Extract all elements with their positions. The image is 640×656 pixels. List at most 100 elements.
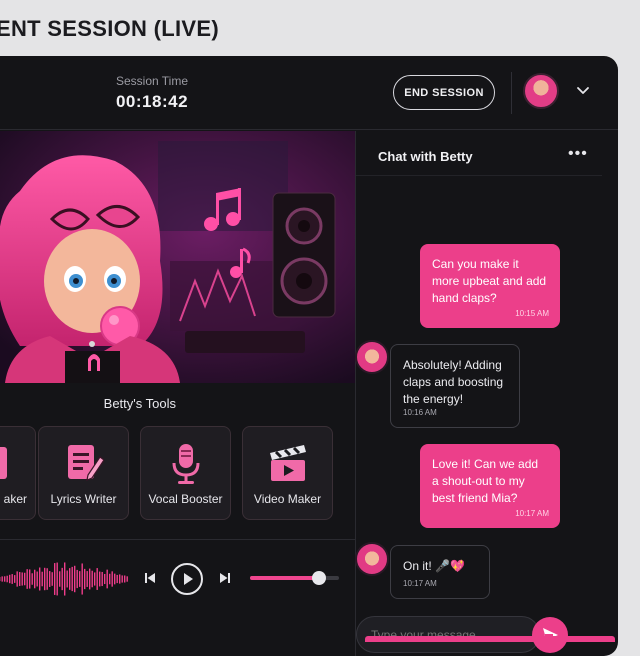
waveform-bar [54, 563, 55, 595]
tool-card-lyrics-writer[interactable]: Lyrics Writer [38, 426, 129, 520]
page-title: ENT SESSION (LIVE) [0, 16, 219, 42]
play-icon [173, 565, 201, 593]
beat-maker-icon [0, 441, 11, 485]
chevron-down-icon[interactable] [576, 84, 590, 98]
chat-panel: Chat with Betty ••• Can you make it more… [356, 131, 602, 621]
tool-label: Video Maker [243, 492, 332, 506]
waveform-bar [12, 574, 13, 584]
waveform-bar [124, 575, 125, 582]
betty-studio-image [0, 131, 355, 383]
waveform-bar [44, 568, 45, 590]
waveform-bar [2, 576, 3, 581]
waveform-bar [114, 574, 115, 585]
waveform-bar [39, 567, 40, 590]
waveform-bar [77, 570, 78, 588]
waveform-bar [47, 568, 48, 590]
end-session-button[interactable]: END SESSION [393, 75, 495, 110]
waveform-bar [17, 571, 18, 586]
divider [356, 175, 602, 176]
hero-illustration [0, 131, 355, 383]
message-bubble-user: Love it! Can we add a shout-out to my be… [420, 444, 560, 528]
message-time: 10:17 AM [403, 575, 437, 592]
message-time: 10:17 AM [515, 505, 549, 522]
message-time: 10:16 AM [403, 404, 437, 421]
waveform-bar [82, 563, 83, 594]
waveform-bar [14, 575, 15, 583]
waveform-bar [67, 571, 68, 588]
waveform-bar [4, 576, 5, 581]
waveform-bar [104, 574, 105, 584]
session-time-value: 00:18:42 [112, 92, 192, 112]
message-text: On it! 🎤💖 [403, 559, 465, 573]
volume-knob[interactable] [312, 571, 326, 585]
waveform-bar [117, 575, 118, 583]
volume-slider[interactable] [250, 576, 339, 580]
waveform-icon [0, 561, 128, 597]
waveform-bar [64, 562, 65, 595]
waveform-bar [32, 573, 33, 585]
waveform-bar [112, 571, 113, 586]
send-button[interactable] [532, 617, 568, 653]
waveform-bar [99, 572, 100, 587]
message-input[interactable] [356, 616, 540, 653]
message-time: 10:15 AM [515, 305, 549, 322]
next-icon[interactable] [218, 571, 232, 585]
waveform-bar [29, 569, 30, 588]
waveform-bar [27, 569, 28, 589]
divider [0, 539, 355, 540]
waveform-bar [89, 569, 90, 590]
top-bar: Session Time 00:18:42 END SESSION [0, 56, 618, 130]
waveform-bar [19, 572, 20, 586]
microphone-icon [166, 441, 206, 485]
waveform-bar [59, 571, 60, 586]
tools-title: Betty's Tools [0, 396, 176, 411]
waveform-bar [72, 567, 73, 591]
waveform-bar [74, 566, 75, 592]
waveform-bar [87, 571, 88, 587]
waveform-bar [69, 568, 70, 590]
clapperboard-icon [268, 441, 308, 485]
waveform-bar [62, 568, 63, 590]
waveform-bar [49, 571, 50, 587]
waveform-bar [24, 573, 25, 586]
tool-card-beat-maker[interactable]: aker [0, 426, 36, 520]
volume-fill [250, 576, 319, 580]
waveform-bar [42, 572, 43, 587]
betty-avatar [355, 542, 389, 576]
waveform-bar [22, 572, 23, 585]
waveform-bar [107, 570, 108, 589]
waveform-bar [92, 571, 93, 588]
message-bubble-user: Can you make it more upbeat and add hand… [420, 244, 560, 328]
waveform-bar [7, 576, 8, 583]
waveform-bar [119, 574, 120, 583]
play-button[interactable] [171, 563, 203, 595]
divider [511, 72, 512, 114]
waveform-bar [57, 563, 58, 596]
waveform-bar [79, 571, 80, 587]
lyrics-writer-icon [64, 441, 104, 485]
tool-card-vocal-booster[interactable]: Vocal Booster [140, 426, 231, 520]
tool-card-video-maker[interactable]: Video Maker [242, 426, 333, 520]
waveform-bar [37, 572, 38, 587]
previous-icon[interactable] [143, 571, 157, 585]
message-text: Absolutely! Adding claps and boosting th… [403, 358, 503, 406]
waveform-bar [102, 572, 103, 586]
waveform-bar [127, 576, 128, 581]
chat-title: Chat with Betty [378, 149, 473, 164]
tool-label: Lyrics Writer [39, 492, 128, 506]
message-bubble-betty: On it! 🎤💖 10:17 AM [390, 545, 490, 599]
session-panel: Session Time 00:18:42 END SESSION [0, 56, 618, 656]
waveform-bar [97, 568, 98, 590]
message-text: Love it! Can we add a shout-out to my be… [432, 457, 538, 505]
message-text: Can you make it more upbeat and add hand… [432, 257, 546, 305]
message-bubble-betty: Absolutely! Adding claps and boosting th… [390, 344, 520, 428]
waveform-bar [122, 575, 123, 582]
user-avatar[interactable] [523, 73, 559, 109]
waveform-bar [109, 574, 110, 585]
waveform-bar [34, 570, 35, 589]
bottom-accent [365, 636, 615, 642]
tool-label: aker [0, 492, 35, 506]
session-time: Session Time 00:18:42 [112, 74, 192, 112]
more-options-icon[interactable]: ••• [568, 145, 588, 163]
send-icon [532, 617, 568, 653]
